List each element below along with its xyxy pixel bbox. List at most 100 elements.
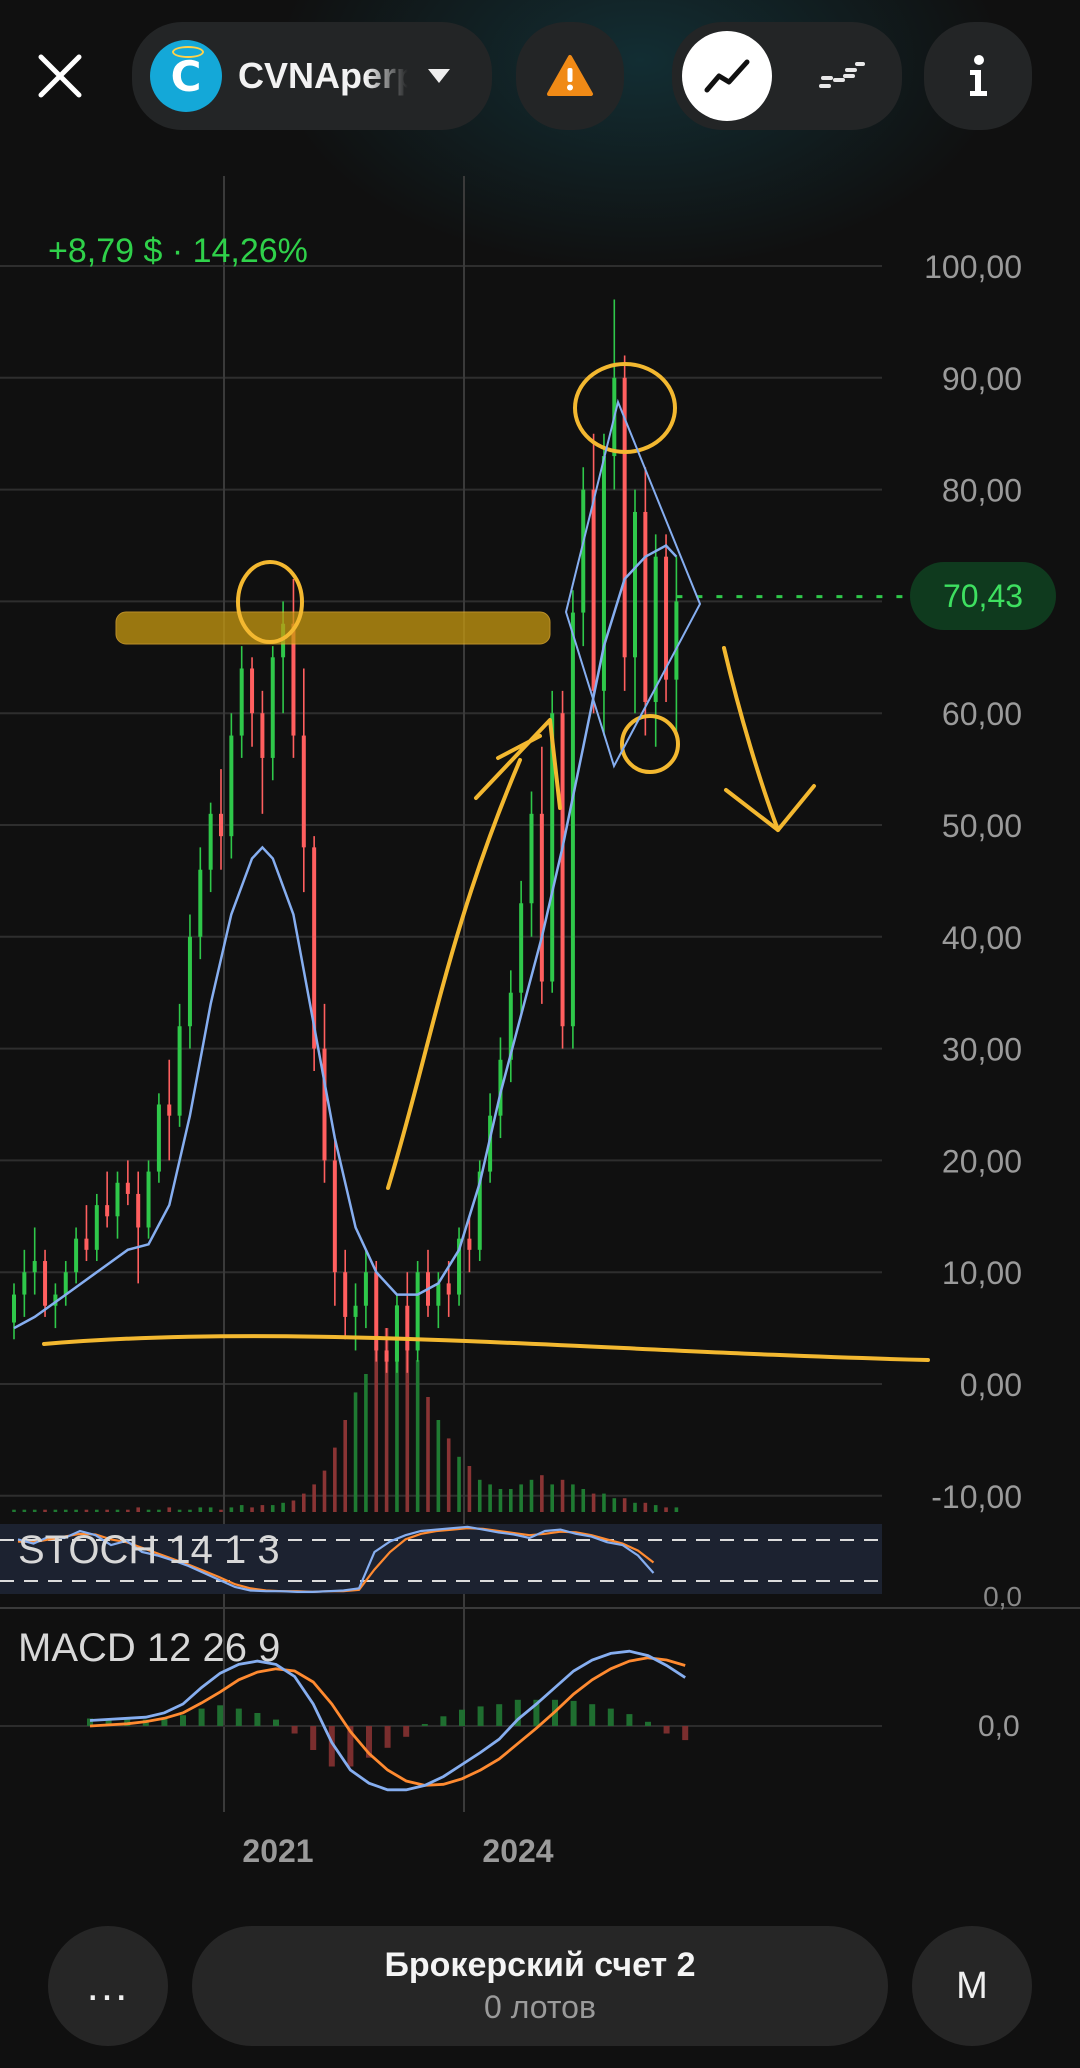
volume-bar bbox=[509, 1489, 513, 1512]
volume-bar bbox=[177, 1509, 182, 1512]
macd-histogram-bar bbox=[198, 1708, 205, 1726]
volume-bar bbox=[115, 1509, 120, 1512]
volume-bar bbox=[136, 1507, 140, 1512]
volume-bar bbox=[591, 1493, 596, 1512]
macd-histogram-bar bbox=[645, 1721, 651, 1726]
candle-body bbox=[591, 489, 596, 691]
candle-chart-mode-button[interactable] bbox=[796, 31, 886, 121]
close-button[interactable] bbox=[28, 44, 92, 108]
volume-bar bbox=[281, 1502, 285, 1512]
macd-histogram-bar bbox=[273, 1719, 279, 1726]
volume-bar bbox=[653, 1505, 658, 1512]
y-tick-label: 30,00 bbox=[942, 1032, 1022, 1068]
volume-bar bbox=[22, 1509, 27, 1512]
candle-body bbox=[446, 1283, 451, 1295]
stoch-label[interactable]: STOCH 14 1 3 bbox=[18, 1528, 280, 1573]
macd-zero-tick: 0,0 bbox=[978, 1710, 1020, 1743]
resistance-highlight bbox=[115, 611, 551, 645]
y-axis-tick-labels: 100,0090,0080,0070,0060,0050,0040,0030,0… bbox=[924, 249, 1022, 1515]
y-tick-label: 60,00 bbox=[942, 696, 1022, 732]
volume-bar bbox=[364, 1374, 368, 1512]
candle-body bbox=[436, 1283, 441, 1306]
candlesticks bbox=[12, 299, 679, 1373]
macd-histogram-bar bbox=[626, 1714, 633, 1726]
macd-histogram-bar bbox=[607, 1708, 614, 1726]
volume-bar bbox=[426, 1397, 430, 1512]
candle-body bbox=[529, 813, 534, 904]
chart-mode-toggle[interactable] bbox=[672, 22, 902, 130]
ticker-logo-letter: C bbox=[170, 51, 202, 101]
candle-body bbox=[32, 1261, 37, 1273]
volume-bar bbox=[12, 1509, 16, 1512]
volume-bar bbox=[477, 1479, 482, 1512]
price-change-label: +8,79 $ · 14,26% bbox=[48, 232, 308, 270]
candle-body bbox=[229, 735, 234, 837]
chart-gridlines bbox=[0, 265, 882, 1497]
ticker-selector[interactable]: C CVNAperp bbox=[132, 22, 492, 130]
y-tick-label: 80,00 bbox=[942, 473, 1022, 509]
volume-bar bbox=[457, 1456, 461, 1512]
candle-body bbox=[156, 1104, 161, 1172]
volume-bar bbox=[519, 1484, 523, 1512]
volume-bar bbox=[436, 1420, 441, 1512]
candle-body bbox=[105, 1205, 110, 1217]
volume-bar bbox=[560, 1479, 565, 1512]
macd-histogram-bar bbox=[291, 1726, 298, 1734]
volume-bar bbox=[167, 1507, 172, 1512]
volume-bar bbox=[126, 1509, 130, 1512]
candle-body bbox=[664, 556, 669, 680]
candle-body bbox=[94, 1205, 99, 1250]
info-button[interactable] bbox=[924, 22, 1032, 130]
m-button[interactable]: M bbox=[912, 1926, 1032, 2046]
macd-histogram-bar bbox=[663, 1726, 670, 1734]
x-tick-label: 2024 bbox=[482, 1833, 553, 1869]
candle-body bbox=[301, 735, 306, 848]
info-icon bbox=[970, 55, 987, 96]
y-tick-label: -10,00 bbox=[931, 1479, 1022, 1515]
volume-bar bbox=[84, 1509, 89, 1512]
stoch-axis-tick: 0,0 bbox=[983, 1581, 1022, 1612]
candle-body bbox=[63, 1272, 68, 1295]
candle-body bbox=[177, 1026, 182, 1116]
stoch-tick-label: 0,0 bbox=[983, 1581, 1022, 1612]
account-name: Брокерский счет 2 bbox=[384, 1946, 696, 1984]
volume-bar bbox=[208, 1507, 213, 1512]
candle-body bbox=[260, 713, 265, 758]
volume-bar bbox=[674, 1507, 679, 1512]
warning-button[interactable] bbox=[516, 22, 624, 130]
volume-bar bbox=[643, 1502, 648, 1512]
volume-bar bbox=[250, 1507, 254, 1512]
x-axis-tick-labels: 2021 2024 bbox=[242, 1833, 553, 1869]
y-tick-label: 100,00 bbox=[924, 249, 1022, 285]
volume-bar bbox=[291, 1500, 296, 1512]
macd-histogram-bar bbox=[180, 1715, 186, 1726]
macd-label[interactable]: MACD 12 26 9 bbox=[18, 1626, 280, 1671]
candle-body bbox=[167, 1104, 172, 1116]
y-tick-label: 40,00 bbox=[942, 920, 1022, 956]
macd-histogram-bar bbox=[217, 1705, 224, 1726]
y-tick-label: 20,00 bbox=[942, 1143, 1022, 1179]
volume-bar bbox=[105, 1509, 109, 1512]
candle-body bbox=[84, 1238, 89, 1250]
candle-body bbox=[198, 869, 203, 937]
account-selector[interactable]: Брокерский счет 2 0 лотов bbox=[192, 1926, 888, 2046]
candle-body bbox=[250, 668, 255, 714]
volume-bar bbox=[498, 1489, 503, 1512]
candle-chart-icon bbox=[819, 62, 865, 88]
volume-bar bbox=[270, 1505, 275, 1512]
volume-bar bbox=[146, 1509, 151, 1512]
line-chart-mode-button[interactable] bbox=[682, 31, 772, 121]
close-icon bbox=[38, 54, 82, 98]
ticker-name: CVNAperp bbox=[238, 55, 408, 96]
candle-body bbox=[353, 1305, 358, 1317]
volume-bar bbox=[312, 1484, 316, 1512]
candle-body bbox=[539, 813, 544, 982]
volume-bar bbox=[219, 1509, 223, 1512]
volume-bar bbox=[198, 1507, 203, 1512]
price-chart[interactable]: 100,0090,0080,0070,0060,0050,0040,0030,0… bbox=[0, 0, 1080, 1900]
annotation-circle-low bbox=[620, 714, 680, 774]
volume-bar bbox=[602, 1493, 606, 1512]
volume-bar bbox=[374, 1346, 379, 1512]
more-button[interactable]: ... bbox=[48, 1926, 168, 2046]
candle-body bbox=[519, 903, 524, 993]
